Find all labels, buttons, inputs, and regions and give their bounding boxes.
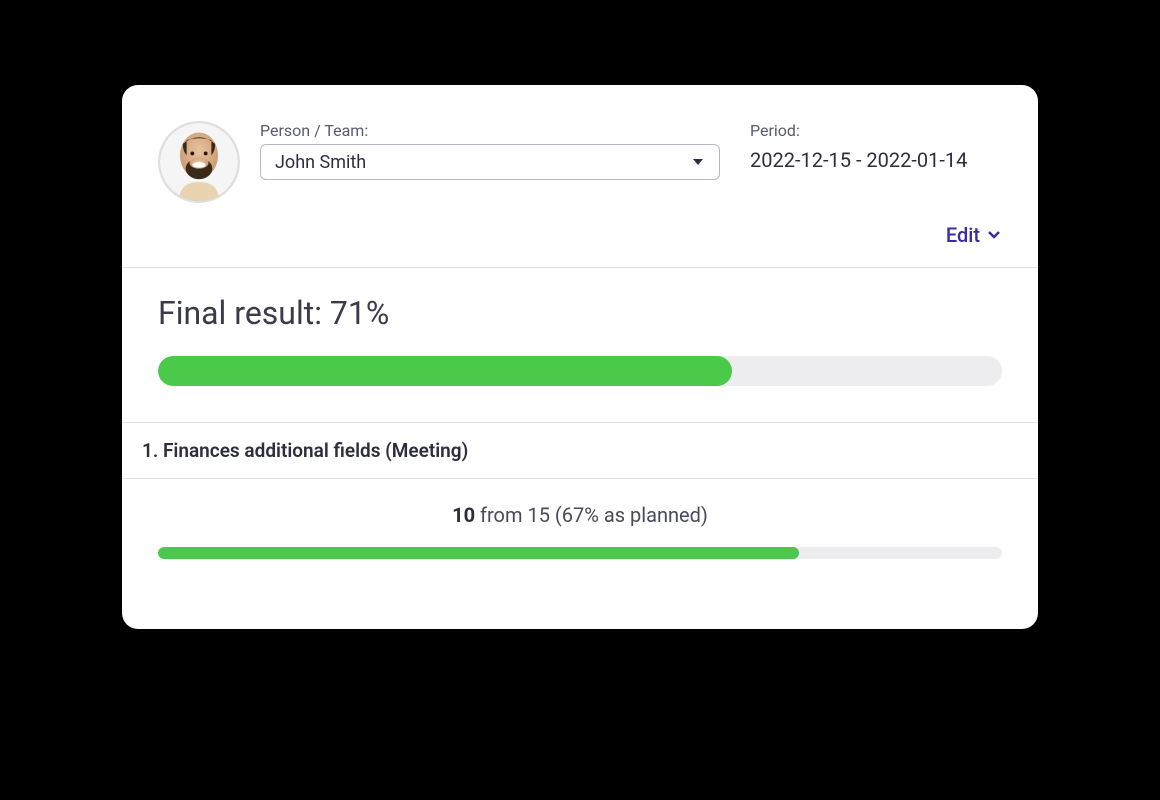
- avatar: [158, 121, 240, 203]
- progress-bar-overall: [158, 356, 1002, 386]
- report-card: Person / Team: John Smith Period: 2022-1…: [122, 85, 1038, 629]
- person-dropdown[interactable]: John Smith: [260, 144, 720, 180]
- person-label: Person / Team:: [260, 121, 720, 140]
- period-label: Period:: [750, 121, 967, 140]
- edit-button-label: Edit: [946, 223, 980, 247]
- edit-row: Edit: [122, 223, 1038, 267]
- person-field-group: Person / Team: John Smith: [260, 121, 720, 180]
- period-value: 2022-12-15 - 2022-01-14: [750, 144, 967, 172]
- detail-value: 10: [452, 503, 475, 527]
- detail-text: 10 from 15 (67% as planned): [158, 503, 1002, 527]
- detail-section: 10 from 15 (67% as planned): [122, 479, 1038, 629]
- progress-fill-overall: [158, 356, 732, 386]
- chevron-down-icon: [986, 223, 1002, 247]
- period-field-group: Period: 2022-12-15 - 2022-01-14: [750, 121, 967, 180]
- detail-rest: from 15 (67% as planned): [475, 503, 708, 527]
- edit-button[interactable]: Edit: [946, 223, 1002, 247]
- progress-fill-detail: [158, 547, 799, 559]
- person-dropdown-value: John Smith: [275, 152, 366, 173]
- header-fields: Person / Team: John Smith Period: 2022-1…: [260, 121, 1002, 180]
- header: Person / Team: John Smith Period: 2022-1…: [122, 85, 1038, 223]
- final-result-heading: Final result: 71%: [158, 294, 1002, 332]
- subsection-header: 1. Finances additional fields (Meeting): [122, 422, 1038, 479]
- caret-down-icon: [691, 155, 705, 169]
- progress-bar-detail: [158, 547, 1002, 559]
- result-section: Final result: 71%: [122, 268, 1038, 422]
